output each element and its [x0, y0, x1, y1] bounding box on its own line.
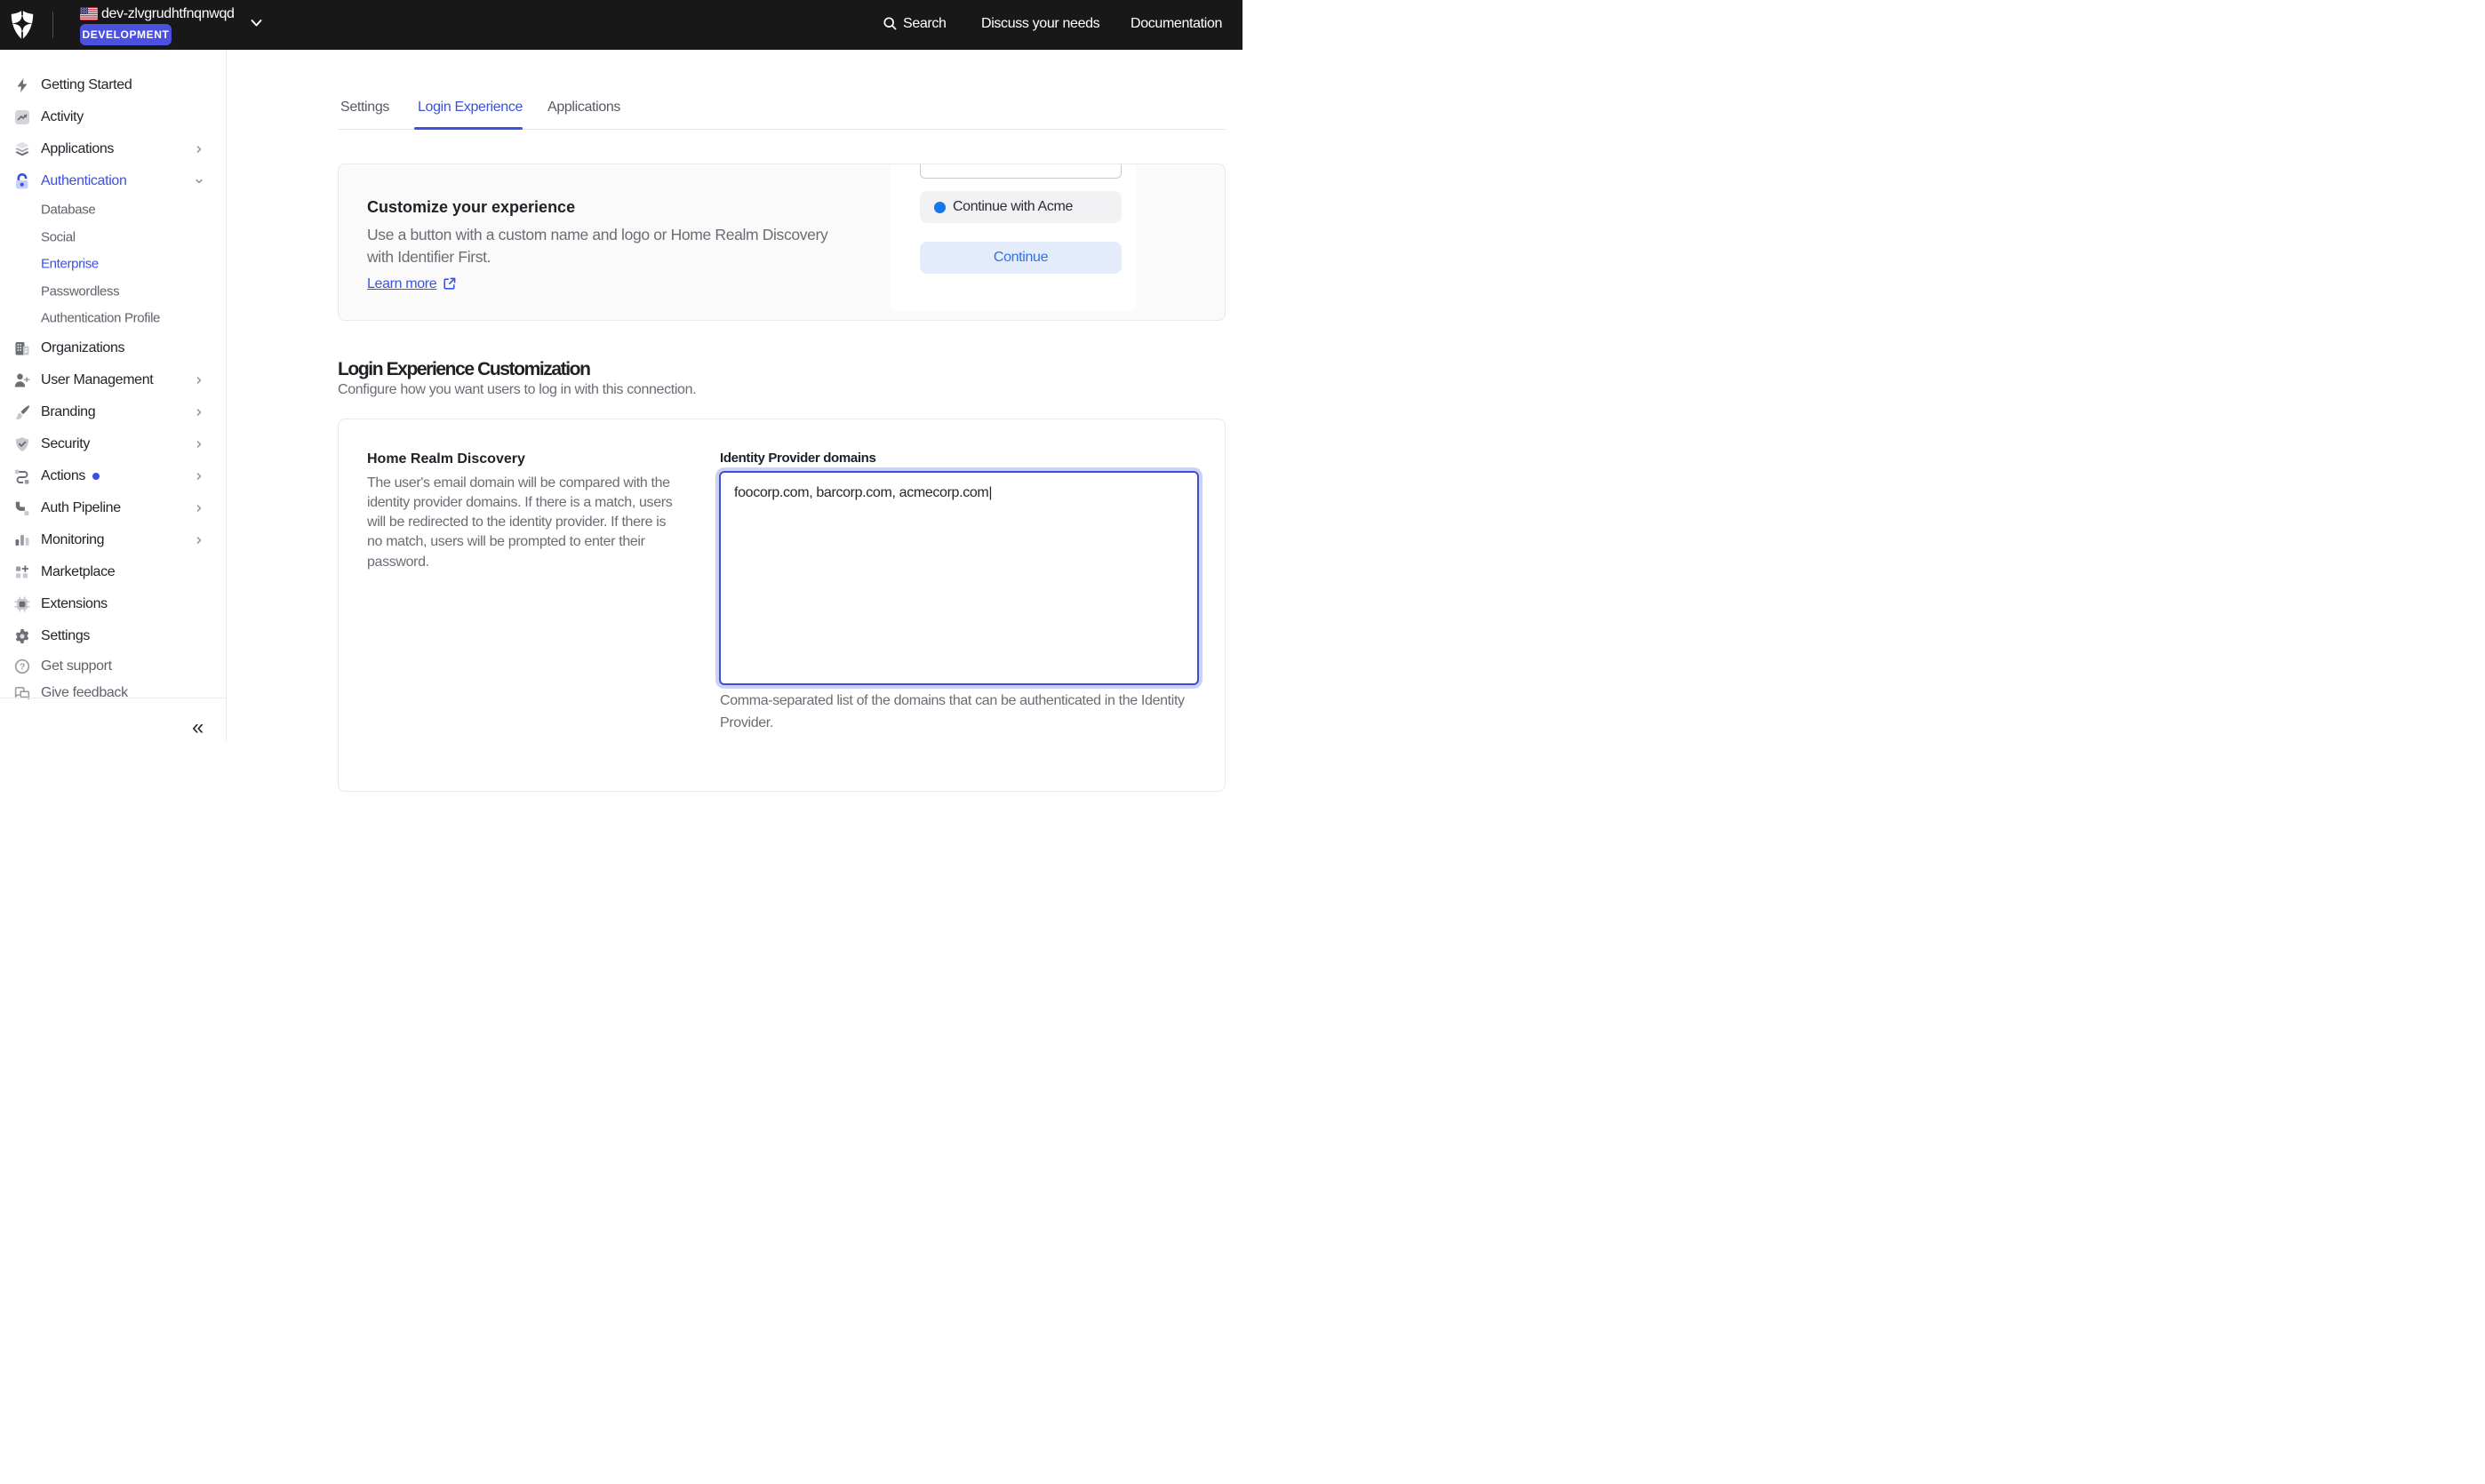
svg-text:?: ? [20, 662, 25, 673]
